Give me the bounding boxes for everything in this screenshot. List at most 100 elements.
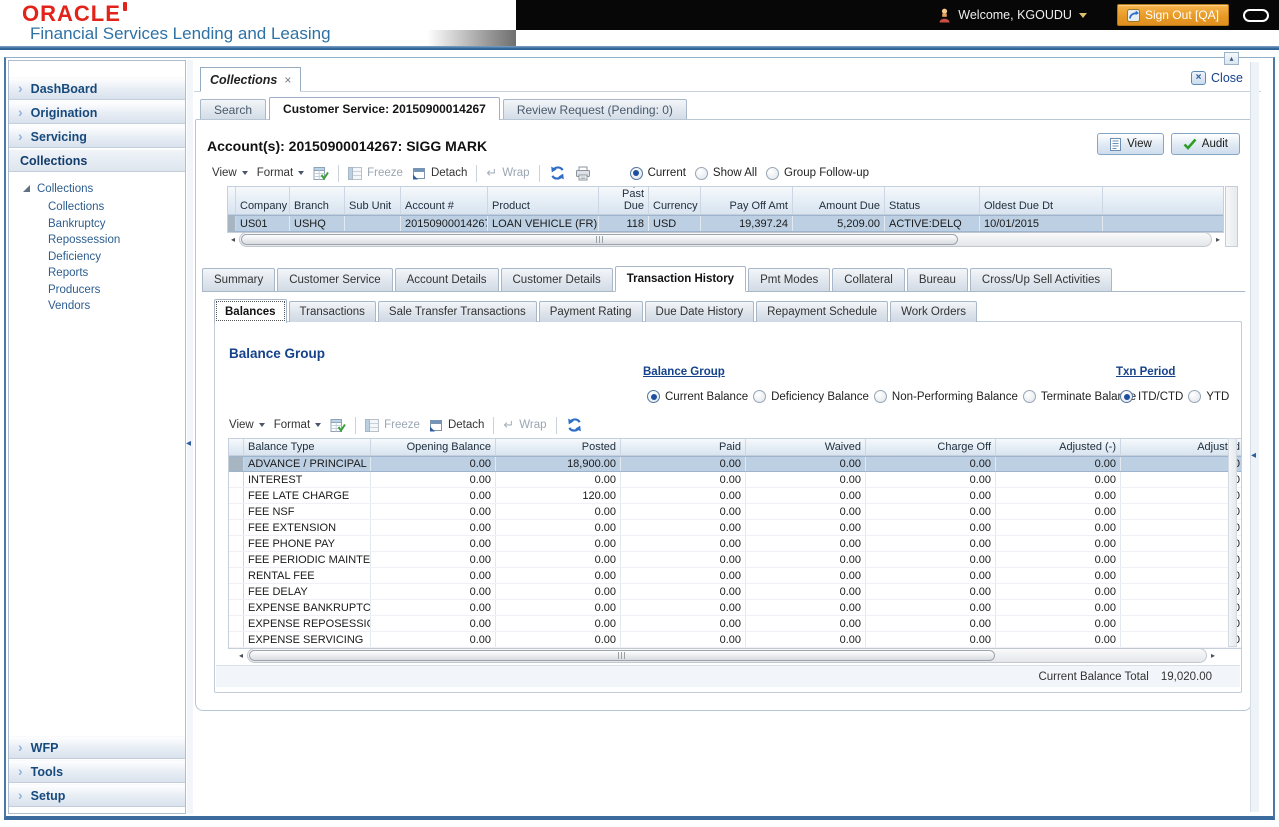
column-header[interactable]: Status	[885, 187, 980, 214]
row-selector[interactable]	[229, 552, 244, 567]
wrap-button[interactable]: ↵ Wrap	[503, 417, 546, 433]
tree-item[interactable]: Vendors	[48, 298, 185, 315]
column-header[interactable]: Adjusted (-)	[996, 439, 1121, 455]
sub-tab[interactable]: Work Orders	[890, 301, 977, 322]
table-row[interactable]: US01USHQ20150900014267LOAN VEHICLE (FR)1…	[228, 215, 1224, 232]
sidebar-section[interactable]: › Setup	[9, 784, 185, 807]
column-header[interactable]: Opening Balance	[371, 439, 496, 455]
balance-group-radio[interactable]: Current Balance	[647, 390, 748, 403]
row-selector[interactable]	[229, 568, 244, 583]
sidebar-section-collections[interactable]: Collections	[9, 149, 185, 172]
table-row[interactable]: FEE LATE CHARGE0.00120.000.000.000.000.0…	[229, 488, 1242, 504]
tree-item[interactable]: Reports	[48, 265, 185, 282]
table-row[interactable]: FEE DELAY0.000.000.000.000.000.000	[229, 584, 1242, 600]
scrollbar-thumb[interactable]	[241, 234, 958, 245]
table-row[interactable]: EXPENSE SERVICING0.000.000.000.000.000.0…	[229, 632, 1242, 648]
column-header[interactable]: Adjusted	[1121, 439, 1242, 455]
filter-radio[interactable]: Show All	[695, 167, 757, 180]
detail-tab[interactable]: Bureau	[907, 268, 968, 291]
detach-button[interactable]: Detach	[412, 167, 467, 180]
column-header[interactable]: Paid	[621, 439, 746, 455]
table-row[interactable]: ADVANCE / PRINCIPAL0.0018,900.000.000.00…	[229, 456, 1242, 472]
format-menu[interactable]: Format	[257, 167, 304, 179]
sub-tab[interactable]: Payment Rating	[539, 301, 643, 322]
column-header[interactable]: Waived	[746, 439, 866, 455]
collapse-sidebar-icon[interactable]: ◂	[186, 438, 191, 449]
page-tab[interactable]: Search	[200, 99, 266, 120]
detail-tab[interactable]: Customer Service	[277, 268, 392, 291]
table-row[interactable]: FEE EXTENSION0.000.000.000.000.000.000	[229, 520, 1242, 536]
row-selector[interactable]	[229, 457, 244, 471]
sidebar-section[interactable]: › Origination	[9, 101, 185, 124]
detail-tab[interactable]: Cross/Up Sell Activities	[970, 268, 1112, 291]
sign-out-button[interactable]: Sign Out [QA]	[1117, 4, 1229, 26]
page-tab[interactable]: Customer Service: 20150900014267	[269, 97, 500, 120]
scroll-right-icon[interactable]: ▸	[1212, 232, 1224, 247]
export-to-excel-icon[interactable]	[313, 166, 329, 181]
txn-period-radio[interactable]: YTD	[1188, 390, 1229, 403]
table-row[interactable]: FEE NSF0.000.000.000.000.000.000	[229, 504, 1242, 520]
column-header[interactable]: Posted	[496, 439, 621, 455]
sidebar-section[interactable]: › WFP	[9, 736, 185, 759]
detail-tab[interactable]: Pmt Modes	[748, 268, 830, 291]
view-button[interactable]: View	[1097, 133, 1164, 155]
sub-tab[interactable]: Due Date History	[645, 301, 755, 322]
tree-item[interactable]: Repossession	[48, 232, 185, 249]
detail-tab[interactable]: Customer Details	[501, 268, 613, 291]
detach-button[interactable]: Detach	[429, 419, 484, 432]
horizontal-scrollbar[interactable]: ◂ ▸	[235, 648, 1219, 663]
row-selector[interactable]	[229, 504, 244, 519]
welcome-menu[interactable]: Welcome, KGOUDU	[938, 8, 1087, 23]
row-selector[interactable]	[229, 472, 244, 487]
print-icon[interactable]	[575, 166, 591, 181]
row-selector[interactable]	[229, 520, 244, 535]
detail-tab[interactable]: Collateral	[832, 268, 905, 291]
scroll-left-icon[interactable]: ◂	[235, 648, 247, 663]
column-header[interactable]: Pay Off Amt	[701, 187, 793, 214]
export-to-excel-icon[interactable]	[330, 418, 346, 433]
vertical-scrollbar[interactable]	[1225, 186, 1238, 247]
column-header[interactable]: Charge Off	[866, 439, 996, 455]
column-header[interactable]: Company	[236, 187, 290, 214]
sidebar-section[interactable]: › Tools	[9, 760, 185, 783]
view-menu[interactable]: View	[212, 167, 248, 179]
sidebar-section[interactable]: › DashBoard	[9, 77, 185, 100]
row-selector[interactable]	[229, 600, 244, 615]
detail-tab[interactable]: Transaction History	[615, 266, 746, 292]
tree-item[interactable]: Collections	[48, 199, 185, 216]
row-selector[interactable]	[229, 536, 244, 551]
sub-tab[interactable]: Sale Transfer Transactions	[378, 301, 537, 322]
detail-tab[interactable]: Summary	[202, 268, 275, 291]
filter-radio[interactable]: Current	[630, 167, 686, 180]
freeze-button[interactable]: Freeze	[365, 419, 420, 432]
scroll-left-icon[interactable]: ◂	[227, 232, 239, 247]
vertical-scrollbar[interactable]	[1228, 438, 1237, 647]
txn-period-radio[interactable]: ITD/CTD	[1120, 390, 1183, 403]
view-menu[interactable]: View	[229, 419, 265, 431]
row-selector[interactable]	[229, 632, 244, 647]
tree-item[interactable]: Deficiency	[48, 249, 185, 266]
sub-tab[interactable]: Balances	[214, 299, 287, 323]
column-header[interactable]: Days Past Due	[599, 187, 649, 214]
column-header[interactable]: Branch	[290, 187, 345, 214]
format-menu[interactable]: Format	[274, 419, 321, 431]
column-header[interactable]: Currency	[649, 187, 701, 214]
column-header[interactable]: Balance Type	[244, 439, 371, 455]
row-selector[interactable]	[229, 584, 244, 599]
table-row[interactable]: INTEREST0.000.000.000.000.000.000	[229, 472, 1242, 488]
tree-node-collections[interactable]: Collections	[9, 180, 185, 197]
balance-group-radio[interactable]: Deficiency Balance	[753, 390, 869, 403]
audit-button[interactable]: Audit	[1171, 133, 1240, 155]
detail-tab[interactable]: Account Details	[395, 268, 499, 291]
doc-tab-collections[interactable]: Collections ×	[200, 67, 301, 92]
row-selector[interactable]	[229, 488, 244, 503]
table-row[interactable]: RENTAL FEE0.000.000.000.000.000.000	[229, 568, 1242, 584]
collapse-right-icon[interactable]: ◂	[1251, 450, 1256, 461]
sub-tab[interactable]: Transactions	[289, 301, 376, 322]
refresh-icon[interactable]	[566, 417, 583, 433]
scrollbar-thumb[interactable]	[249, 650, 995, 661]
refresh-icon[interactable]	[549, 165, 566, 181]
scrollbar-track[interactable]	[239, 232, 1212, 247]
tree-item[interactable]: Producers	[48, 282, 185, 299]
column-header[interactable]: Oldest Due Dt	[980, 187, 1103, 214]
